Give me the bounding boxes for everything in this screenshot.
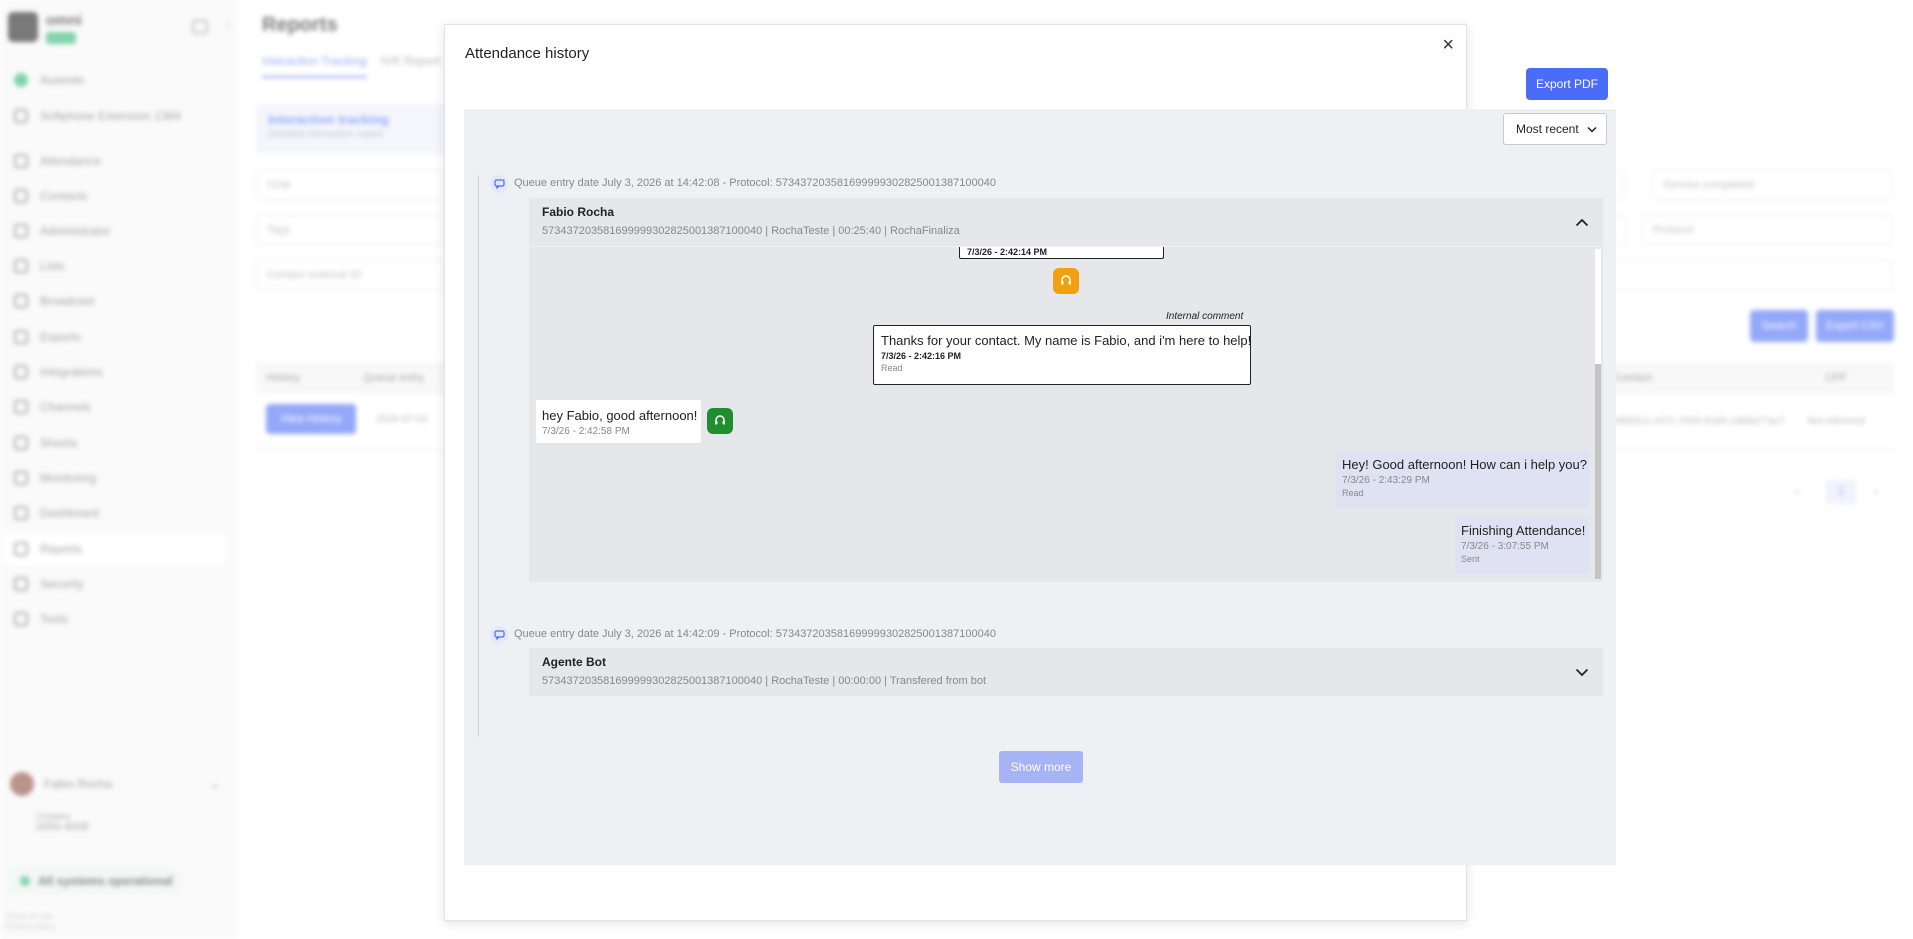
client-message: hey Fabio, good afternoon! 7/3/26 - 2:42… — [536, 400, 701, 443]
agent-name: Agente Bot — [542, 655, 606, 669]
agent-name: Fabio Rocha — [542, 205, 615, 219]
modal-title: Attendance history — [465, 45, 590, 62]
chevron-down-icon — [1587, 126, 1597, 133]
internal-comment-label: Internal comment — [1166, 311, 1244, 322]
agent-message: Hey! Good afternoon! How can i help you?… — [1336, 451, 1589, 508]
entry-date-label: Queue entry date July 3, 2026 at 14:42:0… — [514, 177, 996, 189]
entry-meta: 573437203581699999302825001387100040 | R… — [542, 225, 960, 237]
entry-header-expanded[interactable]: Fabio Rocha 5734372035816999993028250013… — [529, 198, 1603, 246]
chat-scrollbar[interactable] — [1595, 249, 1601, 579]
timeline-line — [478, 175, 479, 737]
entry-date-label: Queue entry date July 3, 2026 at 14:42:0… — [514, 628, 996, 640]
chat-icon — [490, 626, 508, 644]
close-icon[interactable]: × — [1442, 35, 1454, 55]
entry-meta: 573437203581699999302825001387100040 | R… — [542, 675, 987, 687]
agent-message: Finishing Attendance! 7/3/26 - 3:07:55 P… — [1455, 517, 1589, 574]
headset-icon — [1053, 268, 1079, 294]
export-pdf-button[interactable]: Export PDF — [1526, 68, 1608, 100]
show-more-button[interactable]: Show more — [999, 751, 1083, 783]
attendance-history-modal: Attendance history × Queue entry date Ju… — [444, 24, 1616, 921]
headset-icon — [707, 408, 733, 434]
sort-order-select[interactable]: Most recent — [1503, 113, 1607, 145]
entry-header-collapsed[interactable]: Agente Bot 57343720358169999930282500138… — [529, 648, 1603, 696]
chevron-up-icon — [1575, 214, 1589, 232]
chevron-down-icon — [1575, 664, 1589, 682]
chat-messages: 7/3/26 - 2:42:14 PM Internal comment Tha… — [529, 247, 1603, 582]
internal-message: 7/3/26 - 2:42:14 PM — [959, 247, 1164, 259]
chat-icon — [490, 175, 508, 193]
internal-message: Thanks for your contact. My name is Fabi… — [873, 325, 1251, 385]
